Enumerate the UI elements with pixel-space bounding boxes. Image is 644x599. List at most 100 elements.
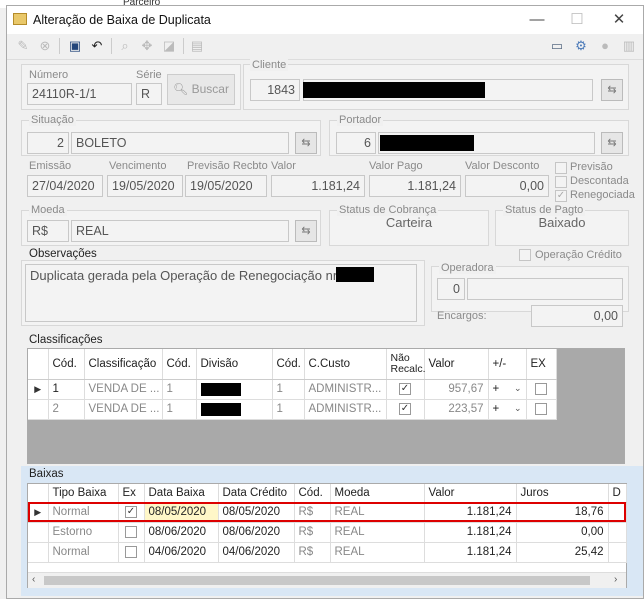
print-icon[interactable]: ▤ xyxy=(189,38,205,54)
cell[interactable] xyxy=(526,379,557,400)
cell[interactable]: 08/06/2020 xyxy=(218,522,295,543)
cell[interactable]: 1 xyxy=(272,379,305,400)
cell[interactable]: 1.181,24 xyxy=(424,522,517,543)
cell[interactable]: REAL xyxy=(330,522,425,543)
cell[interactable]: 1.181,24 xyxy=(424,542,517,563)
operacao-credito-checkbox[interactable] xyxy=(519,249,531,261)
cell[interactable]: R$ xyxy=(294,502,331,523)
scroll-left-icon[interactable]: ‹ xyxy=(32,574,35,585)
moeda-lookup-button[interactable]: ⇆ xyxy=(295,220,317,242)
column-header[interactable]: C.Custo xyxy=(304,349,387,380)
cell[interactable]: R$ xyxy=(294,522,331,543)
cell[interactable] xyxy=(118,522,145,543)
cell[interactable]: VENDA DE ... xyxy=(84,379,163,400)
valor-pago-field[interactable]: 1.181,24 xyxy=(369,175,461,197)
zoom-icon[interactable]: ⌕ xyxy=(117,38,133,54)
minimize-button[interactable]: — xyxy=(520,10,554,30)
chevron-down-icon[interactable]: ⌄ xyxy=(514,403,522,414)
cell[interactable]: ✓ xyxy=(386,379,425,400)
nao-recalc-checkbox[interactable]: ✓ xyxy=(399,383,411,395)
save-icon[interactable]: ▣ xyxy=(67,38,83,54)
column-header[interactable]: Moeda xyxy=(330,484,425,503)
cell[interactable]: 2 xyxy=(48,399,85,420)
edit-icon[interactable]: ✎ xyxy=(15,38,31,54)
cell[interactable]: VENDA DE ... xyxy=(84,399,163,420)
cell[interactable]: 1 xyxy=(162,399,197,420)
cell[interactable]: ✓ xyxy=(118,502,145,523)
user-icon[interactable]: ● xyxy=(597,38,613,54)
printer-icon[interactable]: ▥ xyxy=(621,38,637,54)
column-header[interactable]: Classificação xyxy=(84,349,163,380)
cell[interactable] xyxy=(118,542,145,563)
serie-field[interactable]: R xyxy=(136,83,162,105)
table-row[interactable]: Normal 04/06/2020 04/06/2020 R$ REAL 1.1… xyxy=(28,542,627,563)
table-row-selected[interactable]: ▶ Normal ✓ 08/05/2020 08/05/2020 R$ REAL… xyxy=(28,502,627,523)
valor-desconto-field[interactable]: 0,00 xyxy=(465,175,549,197)
previsao-field[interactable]: 19/05/2020 xyxy=(185,175,267,197)
cell[interactable]: 1 xyxy=(48,379,85,400)
cell[interactable]: Normal xyxy=(48,542,119,563)
column-header[interactable]: Divisão xyxy=(196,349,273,380)
column-header[interactable]: Cód. xyxy=(48,349,85,380)
cell[interactable]: 0,00 xyxy=(516,522,609,543)
ex-checkbox[interactable] xyxy=(125,526,137,538)
portador-codigo-field[interactable]: 6 xyxy=(336,132,376,154)
cell[interactable]: Normal xyxy=(48,502,119,523)
cell[interactable]: 25,42 xyxy=(516,542,609,563)
cell[interactable]: + ⌄ xyxy=(488,379,527,400)
cell[interactable]: 957,67 xyxy=(424,379,489,400)
cancel-icon[interactable]: ⊗ xyxy=(37,38,53,54)
ex-checkbox[interactable] xyxy=(125,546,137,558)
maximize-button[interactable]: ☐ xyxy=(560,10,594,30)
cell[interactable]: 08/05/2020 xyxy=(144,502,219,523)
cell[interactable]: ✓ xyxy=(386,399,425,420)
horizontal-scrollbar[interactable]: ‹ › xyxy=(28,572,626,588)
renegociada-checkbox[interactable]: ✓ xyxy=(555,190,567,202)
cell[interactable]: REAL xyxy=(330,542,425,563)
nao-recalc-checkbox[interactable]: ✓ xyxy=(399,403,411,415)
chevron-down-icon[interactable]: ⌄ xyxy=(514,383,522,394)
cell[interactable]: 18,76 xyxy=(516,502,609,523)
cell[interactable]: 223,57 xyxy=(424,399,489,420)
situacao-descricao-field[interactable]: BOLETO xyxy=(71,132,289,154)
column-header[interactable]: Não Recalc. xyxy=(386,349,426,380)
eraser-icon[interactable]: ◪ xyxy=(161,38,177,54)
gear-icon[interactable]: ⚙ xyxy=(573,38,589,54)
cell-redacted[interactable] xyxy=(196,399,273,420)
portador-lookup-button[interactable]: ⇆ xyxy=(601,132,623,154)
operadora-codigo-field[interactable]: 0 xyxy=(437,278,465,300)
undo-icon[interactable]: ↶ xyxy=(89,38,105,54)
ex-checkbox[interactable]: ✓ xyxy=(125,506,137,518)
vencimento-field[interactable]: 19/05/2020 xyxy=(107,175,183,197)
move-icon[interactable]: ✥ xyxy=(139,38,155,54)
column-header[interactable]: Ex xyxy=(118,484,145,503)
table-row[interactable]: ▶ 1 VENDA DE ... 1 1 ADMINISTR... ✓ 957,… xyxy=(28,379,557,400)
close-button[interactable]: ✕ xyxy=(602,10,636,30)
valor-field[interactable]: 1.181,24 xyxy=(271,175,365,197)
situacao-codigo-field[interactable]: 2 xyxy=(27,132,69,154)
cell[interactable]: Estorno xyxy=(48,522,119,543)
column-header[interactable]: +/- xyxy=(488,349,527,380)
cell[interactable]: 08/05/2020 xyxy=(218,502,295,523)
cell[interactable]: ADMINISTR... xyxy=(304,399,387,420)
column-header[interactable]: Juros xyxy=(516,484,609,503)
cell[interactable]: 1 xyxy=(272,399,305,420)
emissao-field[interactable]: 27/04/2020 xyxy=(27,175,103,197)
window-icon[interactable]: ▭ xyxy=(549,38,565,54)
cell[interactable]: 04/06/2020 xyxy=(144,542,219,563)
table-row[interactable]: 2 VENDA DE ... 1 1 ADMINISTR... ✓ 223,57… xyxy=(28,399,557,420)
cell-redacted[interactable] xyxy=(196,379,273,400)
cell[interactable]: 08/06/2020 xyxy=(144,522,219,543)
cell[interactable]: + ⌄ xyxy=(488,399,527,420)
cell[interactable]: REAL xyxy=(330,502,425,523)
moeda-descricao-field[interactable]: REAL xyxy=(71,220,289,242)
table-row[interactable]: Estorno 08/06/2020 08/06/2020 R$ REAL 1.… xyxy=(28,522,627,543)
descontada-checkbox[interactable] xyxy=(555,176,567,188)
situacao-lookup-button[interactable]: ⇆ xyxy=(295,132,317,154)
numero-field[interactable]: 24110R-1/1 xyxy=(27,83,132,105)
ex-checkbox[interactable] xyxy=(535,383,547,395)
cliente-codigo-field[interactable]: 1843 xyxy=(250,79,300,101)
column-header[interactable]: Cód. xyxy=(294,484,331,503)
cell[interactable]: 04/06/2020 xyxy=(218,542,295,563)
column-header[interactable]: Cód. xyxy=(162,349,197,380)
